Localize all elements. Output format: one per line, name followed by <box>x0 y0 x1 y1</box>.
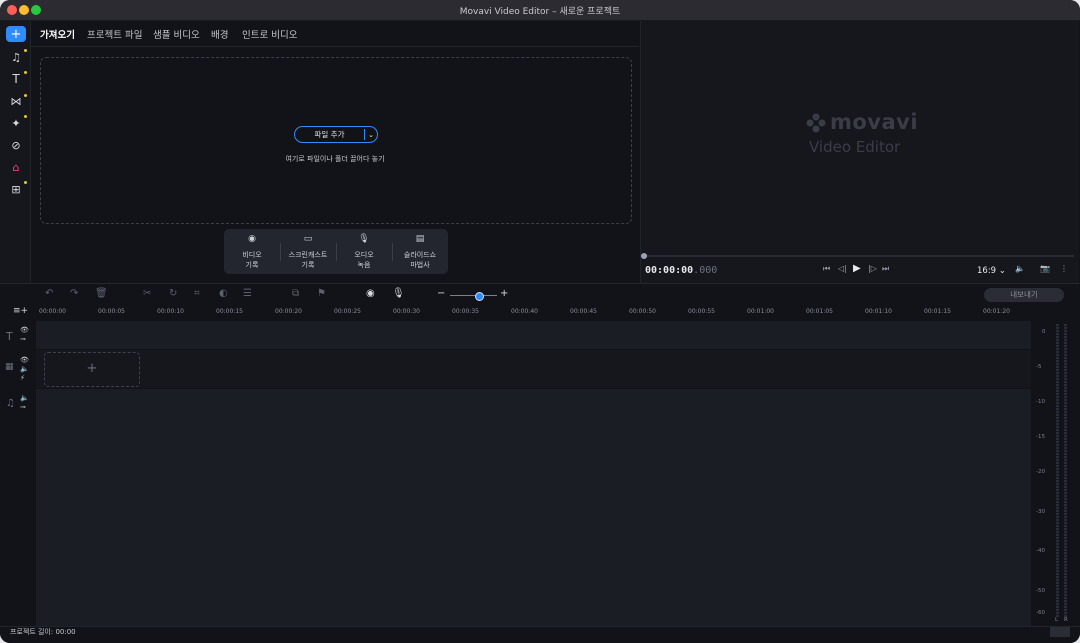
webcam-record-icon[interactable]: ◉ <box>366 288 375 299</box>
redo-icon[interactable]: ↷ <box>70 288 78 299</box>
audio-track[interactable] <box>36 389 1031 626</box>
ruler-tick: 00:00:10 <box>157 308 184 315</box>
meter-right-channel <box>1064 324 1067 618</box>
preview-scrubber[interactable] <box>644 255 1074 257</box>
status-bar <box>0 626 1080 643</box>
skip-end-icon[interactable]: ⏭ <box>882 264 889 274</box>
zoom-out-icon[interactable]: − <box>437 288 445 299</box>
timeline-toolbar: ↶ ↷ 🗑 ✂ ↻ ⌗ ◐ ☰ ⧉ ⚑ ◉ 🎙 − + <box>0 284 1080 306</box>
slideshow-icon: ▤ <box>415 234 425 244</box>
sticker-icon[interactable]: ⌂ <box>6 159 26 175</box>
ruler-tick: 00:01:00 <box>747 308 774 315</box>
left-toolbar: + ♫ T ⋈ ✦ ⊘ ⌂ ⊞ <box>0 21 31 283</box>
window-title: Movavi Video Editor – 새로운 프로젝트 <box>459 7 621 17</box>
add-track-icon[interactable]: ≡+ <box>13 306 28 316</box>
timecode: 00:00:00.000 <box>645 265 718 276</box>
rotate-icon[interactable]: ↻ <box>169 288 177 299</box>
text-icon[interactable]: T <box>6 71 26 87</box>
movavi-logo-icon <box>806 113 826 133</box>
prev-frame-icon[interactable]: ◁| <box>838 264 847 273</box>
undo-icon[interactable]: ↶ <box>45 288 53 299</box>
add-file-label: 파일 추가 <box>314 130 345 139</box>
meter-left-channel <box>1056 324 1059 618</box>
video-track[interactable] <box>36 350 1031 388</box>
import-tabs: 가져오기 프로젝트 파일 샘플 비디오 배경 인트로 비디오 <box>31 21 639 47</box>
ruler-tick: 00:00:50 <box>629 308 656 315</box>
audio-track-icon: ♫ <box>6 398 15 409</box>
tab-import[interactable]: 가져오기 <box>40 27 75 41</box>
title-track-icon: T <box>6 330 13 343</box>
aspect-ratio-select[interactable]: 16:9 ⌄ <box>977 266 1006 276</box>
ruler-tick: 00:00:30 <box>393 308 420 315</box>
transitions-icon[interactable]: ⋈ <box>6 93 26 109</box>
delete-icon[interactable]: 🗑 <box>95 288 108 299</box>
add-file-button[interactable]: 파일 추가 ⌄ <box>294 126 378 143</box>
crop-icon[interactable]: ⌗ <box>194 288 200 299</box>
tab-intro-videos[interactable]: 인트로 비디오 <box>242 27 297 41</box>
tab-backgrounds[interactable]: 배경 <box>211 27 228 41</box>
scrubber-handle[interactable] <box>641 253 647 259</box>
ruler-tick: 00:00:05 <box>98 308 125 315</box>
add-icon[interactable]: + <box>6 26 26 42</box>
title-track-controls[interactable]: 👁 ⊸ <box>20 326 29 344</box>
overlay-icon[interactable]: ⧉ <box>292 288 299 299</box>
filters-icon[interactable]: ⊘ <box>6 137 26 153</box>
audio-track-controls[interactable]: 🔈 ⊸ <box>20 394 29 412</box>
ruler-tick: 00:01:20 <box>983 308 1010 315</box>
more-options-icon[interactable]: ⋮ <box>1060 264 1068 273</box>
music-icon[interactable]: ♫ <box>6 49 26 65</box>
ruler-tick: 00:00:00 <box>39 308 66 315</box>
microphone-icon: 🎙 <box>358 234 370 244</box>
ruler-tick: 00:01:05 <box>806 308 833 315</box>
time-ruler[interactable]: 00:00:00 00:00:05 00:00:10 00:00:15 00:00:20… <box>36 306 1032 320</box>
ruler-tick: 00:01:15 <box>924 308 951 315</box>
video-track-controls[interactable]: 👁 🔈 ⚡ <box>20 356 29 383</box>
app-window: Movavi Video Editor – 새로운 프로젝트 + ♫ T ⋈ ✦… <box>0 0 1080 643</box>
next-frame-icon[interactable]: |▷ <box>868 264 877 273</box>
color-adjust-icon[interactable]: ◐ <box>219 288 228 299</box>
track-headers: ≡+ T 👁 ⊸ ▦ 👁 🔈 ⚡ ♫ 🔈 ⊸ <box>0 306 36 626</box>
drop-hint: 여기로 파일이나 폴더 끌어다 놓기 <box>285 155 385 163</box>
zoom-slider[interactable] <box>450 295 497 296</box>
record-audio-button[interactable]: 🎙 오디오 녹음 <box>336 229 392 274</box>
record-screencast-button[interactable]: ▭ 스크린캐스트 기록 <box>280 229 336 274</box>
ruler-tick: 00:00:45 <box>570 308 597 315</box>
record-video-button[interactable]: ◉ 비디오 기록 <box>224 229 280 274</box>
microphone-record-icon[interactable]: 🎙 <box>392 288 405 299</box>
ruler-tick: 00:00:20 <box>275 308 302 315</box>
slideshow-wizard-button[interactable]: ▤ 슬라이드쇼 마법사 <box>392 229 448 274</box>
play-icon[interactable]: ▶ <box>853 263 861 274</box>
ruler-tick: 00:00:25 <box>334 308 361 315</box>
more-tools-icon[interactable]: ⊞ <box>6 181 26 197</box>
chevron-down-icon[interactable]: ⌄ <box>365 131 377 139</box>
tab-project-files[interactable]: 프로젝트 파일 <box>87 27 142 41</box>
meter-toggle-icon[interactable] <box>1050 627 1070 637</box>
ruler-tick: 00:00:15 <box>216 308 243 315</box>
volume-icon[interactable]: 🔈 <box>1015 264 1025 273</box>
video-track-icon: ▦ <box>5 362 14 372</box>
cut-icon[interactable]: ✂ <box>143 288 151 299</box>
marker-icon[interactable]: ⚑ <box>317 288 326 299</box>
ruler-tick: 00:00:40 <box>511 308 538 315</box>
add-clip-button[interactable]: + <box>44 352 140 387</box>
clip-properties-icon[interactable]: ☰ <box>243 288 252 299</box>
export-button[interactable]: 내보내기 <box>984 288 1064 302</box>
zoom-slider-handle[interactable] <box>475 292 484 301</box>
skip-start-icon[interactable]: ⏮ <box>823 264 830 274</box>
snapshot-icon[interactable]: 📷 <box>1040 264 1050 273</box>
zoom-in-icon[interactable]: + <box>500 288 508 299</box>
title-track[interactable] <box>36 321 1031 349</box>
ruler-tick: 00:00:35 <box>452 308 479 315</box>
webcam-icon: ◉ <box>248 234 256 244</box>
title-bar: Movavi Video Editor – 새로운 프로젝트 <box>0 0 1080 21</box>
project-length: 프로젝트 길이: 00:00 <box>10 628 76 636</box>
record-panel: ◉ 비디오 기록 ▭ 스크린캐스트 기록 🎙 오디오 녹음 ▤ 슬라이드쇼 마법사 <box>224 229 448 274</box>
ruler-tick: 00:01:10 <box>865 308 892 315</box>
ruler-tick: 00:00:55 <box>688 308 715 315</box>
monitor-icon: ▭ <box>303 234 313 244</box>
tab-sample-videos[interactable]: 샘플 비디오 <box>153 27 200 41</box>
effects-icon[interactable]: ✦ <box>6 115 26 131</box>
